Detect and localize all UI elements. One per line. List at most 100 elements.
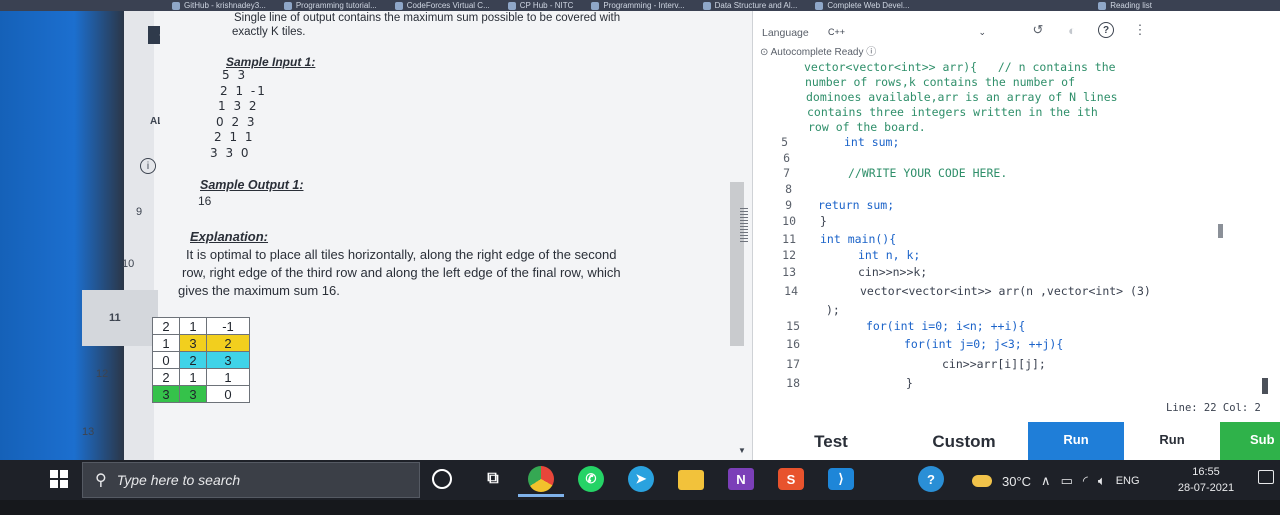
rail-item-9[interactable]: 9 [136,206,142,218]
tile-cell: 2 [179,351,207,369]
taskbar-search-input[interactable]: ⚲ Type here to search [82,462,420,498]
sample-input-line: 3 3 0 [210,145,251,160]
cursor-position: Line: 22 Col: 2 [1166,402,1261,414]
problem-rail [124,11,154,460]
bookmark-item[interactable]: Complete Web Devel... [815,1,909,10]
sample-input-line: 1 3 2 [218,99,259,113]
chrome-icon[interactable] [528,466,554,492]
line-number: 7 [783,166,790,180]
rail-item-13[interactable]: 13 [82,426,94,438]
reading-list-icon [1098,1,1107,10]
info-icon[interactable]: i [140,158,156,174]
search-icon: ⚲ [95,472,107,489]
bookmark-item[interactable]: CP Hub - NITC [507,1,573,10]
line-number: 14 [784,284,798,298]
reading-list-button[interactable]: Reading list [1098,0,1152,11]
input-language[interactable]: ENG [1116,475,1140,487]
sublime-text-icon[interactable]: S [778,468,804,490]
clock[interactable]: 16:55 28-07-2021 [1176,464,1236,496]
bookmark-icon [283,1,292,10]
theme-icon[interactable]: ◐ [1064,22,1080,38]
custom-tab[interactable]: Custom [912,422,1016,460]
help-icon[interactable]: ? [1098,22,1114,38]
onenote-icon[interactable]: N [728,468,754,490]
rail-item-12[interactable]: 12 [96,368,108,380]
line-number: 5 [781,135,788,149]
panel-splitter-handle[interactable] [740,208,748,242]
intro-line-1: Single line of output contains the maxim… [234,12,621,24]
tile-cell: 2 [152,317,180,335]
explanation-line-2: row, right edge of the third row and alo… [182,265,621,280]
clock-time: 16:55 [1192,466,1220,478]
battery-icon[interactable]: ▭ [1061,473,1073,489]
bookmark-icon [815,1,824,10]
tile-row: 2 1 -1 [152,317,250,335]
rail-item-10[interactable]: 10 [122,258,134,270]
code-line: cin>>n>>k; [858,265,928,279]
intro-line-2: exactly K tiles. [232,26,306,38]
rail-item-11[interactable]: 11 [109,312,121,324]
scroll-down-icon[interactable]: ▼ [738,446,746,455]
chrome-active-indicator [518,494,564,497]
notifications-icon[interactable] [1258,470,1274,484]
whatsapp-icon[interactable]: ✆ [578,466,604,492]
run-code-button[interactable]: Run [1028,422,1124,460]
cortana-icon[interactable] [432,469,452,489]
code-line: //WRITE YOUR CODE HERE. [848,166,1008,180]
temperature[interactable]: 30°C [1002,474,1031,489]
line-number: 11 [782,232,796,246]
task-view-icon[interactable]: ⧉ [480,466,506,492]
bookmark-item[interactable]: Programming - Interv... [591,1,685,10]
editor-toolbar: ↺ ◐ ? ⋮ [1030,22,1148,38]
screen: GitHub - krishnadey3... Programming tutor… [0,0,1280,515]
weather-icon[interactable] [972,475,992,487]
sample-input-line: 2 1 -1 [220,83,267,98]
bookmark-label: Programming - Interv... [603,1,685,10]
vscode-icon[interactable]: ⟩ [828,468,854,490]
tile-cell: 0 [206,385,250,403]
system-tray: 30°C ∧ ▭ ◜ 🔈︎ ENG [972,466,1140,496]
code-line: return sum; [818,198,895,212]
more-options-icon[interactable]: ⋮ [1132,22,1148,38]
code-line: vector<vector<int>> arr){ // n contains … [804,60,1116,74]
bookmark-item[interactable]: CodeForces Virtual C... [394,1,490,10]
bookmark-item[interactable]: GitHub - krishnadey3... [172,1,266,10]
editor-scrollbar-thumb[interactable] [1218,224,1223,238]
wifi-icon[interactable]: ◜ [1083,473,1088,489]
code-line: for(int i=0; i<n; ++i){ [866,319,1026,333]
windows-start-icon[interactable] [50,470,68,488]
telegram-icon[interactable]: ➤ [628,466,654,492]
code-line: for(int j=0; j<3; ++j){ [904,337,1064,351]
bookmark-icon [507,1,516,10]
code-editor[interactable]: vector<vector<int>> arr){ // n contains … [760,60,1280,400]
reset-icon[interactable]: ↺ [1030,22,1046,38]
tile-row: 211 [152,368,250,386]
submit-button[interactable]: Sub [1220,422,1280,460]
tile-cell: 1 [179,368,207,386]
run-tests-button[interactable]: Run [1124,422,1220,460]
bookmark-item[interactable]: Programming tutorial... [283,1,377,10]
autocomplete-status: ⊙ Autocomplete Ready ⓘ [760,43,876,58]
code-line: int sum; [844,135,900,149]
tray-chevron-icon[interactable]: ∧ [1041,473,1051,489]
volume-icon[interactable]: 🔈︎ [1098,473,1106,489]
language-value: C++ [828,27,846,37]
tile-cell: 3 [152,385,180,403]
bookmark-icon [394,1,403,10]
chevron-down-icon: ⌄ [978,26,986,37]
problem-scrollbar-thumb[interactable] [730,182,744,346]
line-number: 6 [783,151,790,165]
bookmark-item[interactable]: Data Structure and Al... [702,1,797,10]
tile-row: 023 [152,351,250,369]
test-tab[interactable]: Test [798,422,864,460]
language-select[interactable]: C++ ⌄ [824,24,990,40]
get-help-icon[interactable]: ? [918,466,944,492]
screen-bezel [0,500,1280,515]
line-number: 18 [786,376,800,390]
file-explorer-icon[interactable] [678,470,704,490]
search-placeholder: Type here to search [116,472,241,488]
explanation-line-3: gives the maximum sum 16. [178,283,340,298]
editor-scrollbar-end[interactable] [1262,378,1268,394]
info-small-icon[interactable]: ⓘ [866,47,876,58]
left-backdrop [0,11,124,460]
